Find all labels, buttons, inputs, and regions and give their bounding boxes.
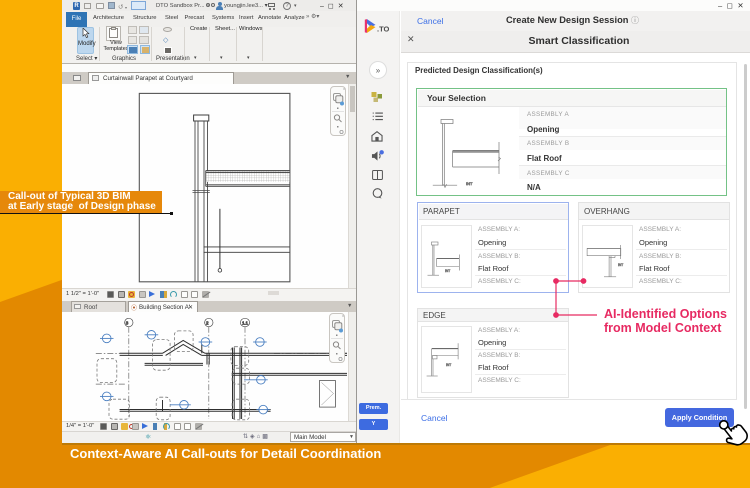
svg-text:INT: INT <box>618 263 623 267</box>
svg-text:1.1: 1.1 <box>242 321 248 326</box>
svg-text:INT: INT <box>445 269 450 273</box>
svg-text:INT: INT <box>446 363 451 367</box>
svg-text:.TO: .TO <box>377 25 390 33</box>
svg-text:INT: INT <box>466 181 473 186</box>
